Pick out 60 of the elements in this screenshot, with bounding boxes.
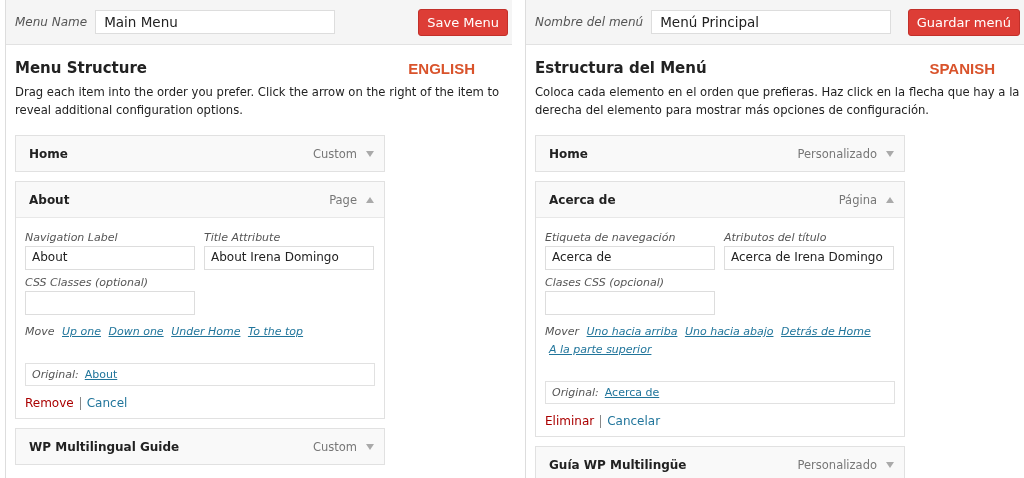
section-heading: Menu Structure bbox=[15, 59, 149, 77]
move-link[interactable]: Uno hacia abajo bbox=[684, 325, 774, 338]
save-menu-button[interactable]: Save Menu bbox=[418, 8, 508, 36]
expand-arrow-icon[interactable] bbox=[366, 150, 374, 157]
remove-link[interactable]: Remove bbox=[25, 396, 74, 410]
move-label: Move bbox=[25, 325, 55, 338]
menu-item-type: Personalizado bbox=[797, 146, 877, 161]
menu-item-title[interactable]: Acerca de bbox=[549, 192, 839, 207]
move-link[interactable]: Detrás de Home bbox=[780, 325, 871, 338]
menu-item-title[interactable]: Guía WP Multilingüe bbox=[549, 457, 798, 472]
remove-link[interactable]: Eliminar bbox=[545, 414, 595, 428]
menu-name-label: Nombre del menú bbox=[535, 15, 644, 29]
collapse-arrow-icon[interactable] bbox=[886, 196, 894, 203]
menu-item-type: Custom bbox=[312, 146, 357, 161]
original-link[interactable]: About bbox=[84, 368, 118, 381]
menu-item-title[interactable]: Home bbox=[29, 146, 313, 161]
field-label: Title Attribute bbox=[204, 231, 282, 244]
menu-item-type: Custom bbox=[312, 439, 357, 454]
instructions-text: Coloca cada elemento en el orden que prefieras. Haz click en la flecha que hay a la derecha del elemento para mostrar más opciones de configuración. bbox=[535, 84, 1021, 119]
original-label: Original: bbox=[552, 386, 599, 399]
css-classes-field[interactable] bbox=[545, 291, 715, 315]
expand-arrow-icon[interactable] bbox=[366, 443, 374, 450]
menu-item-type: Personalizado bbox=[797, 457, 877, 472]
navigation-label-field[interactable]: About bbox=[25, 246, 195, 270]
instructions-text: Drag each item into the order you prefer. Click the arrow on the right of the item to reveal additional configuration options. bbox=[15, 84, 501, 119]
save-menu-button[interactable]: Guardar menú bbox=[907, 8, 1020, 36]
navigation-label-field[interactable]: Acerca de bbox=[545, 246, 715, 270]
expand-arrow-icon[interactable] bbox=[886, 461, 894, 468]
cancel-link[interactable]: Cancel bbox=[86, 396, 128, 410]
menu-item-type: Página bbox=[838, 192, 877, 207]
field-label: Clases CSS (opcional) bbox=[545, 276, 666, 289]
menu-item-title[interactable]: WP Multilingual Guide bbox=[29, 439, 313, 454]
expand-arrow-icon[interactable] bbox=[886, 150, 894, 157]
move-link[interactable]: A la parte superior bbox=[549, 343, 652, 356]
field-label: Navigation Label bbox=[25, 231, 119, 244]
section-heading: Estructura del Menú bbox=[535, 59, 708, 77]
move-link[interactable]: Under Home bbox=[171, 325, 241, 338]
language-label: SPANISH bbox=[929, 59, 995, 77]
collapse-arrow-icon[interactable] bbox=[366, 196, 374, 203]
menu-name-field[interactable]: Main Menu bbox=[95, 10, 336, 34]
move-link[interactable]: Down one bbox=[108, 325, 164, 338]
move-link[interactable]: Up one bbox=[62, 325, 101, 338]
move-label: Mover bbox=[545, 325, 580, 338]
title-attribute-field[interactable]: Acerca de Irena Domingo bbox=[724, 246, 894, 270]
original-link[interactable]: Acerca de bbox=[604, 386, 660, 399]
cancel-link[interactable]: Cancelar bbox=[607, 414, 661, 428]
move-link[interactable]: Uno hacia arriba bbox=[586, 325, 678, 338]
move-link[interactable]: To the top bbox=[247, 325, 304, 338]
field-label: Atributos del título bbox=[724, 231, 828, 244]
original-label: Original: bbox=[32, 368, 79, 381]
menu-name-label: Menu Name bbox=[15, 15, 88, 29]
menu-item-type: Page bbox=[329, 192, 357, 207]
field-label: CSS Classes (optional) bbox=[25, 276, 150, 289]
menu-name-field[interactable]: Menú Principal bbox=[651, 10, 892, 34]
language-label: ENGLISH bbox=[408, 59, 475, 77]
title-attribute-field[interactable]: About Irena Domingo bbox=[204, 246, 374, 270]
css-classes-field[interactable] bbox=[25, 291, 195, 315]
field-label: Etiqueta de navegación bbox=[545, 231, 677, 244]
menu-item-title[interactable]: About bbox=[29, 192, 330, 207]
menu-item-title[interactable]: Home bbox=[549, 146, 798, 161]
